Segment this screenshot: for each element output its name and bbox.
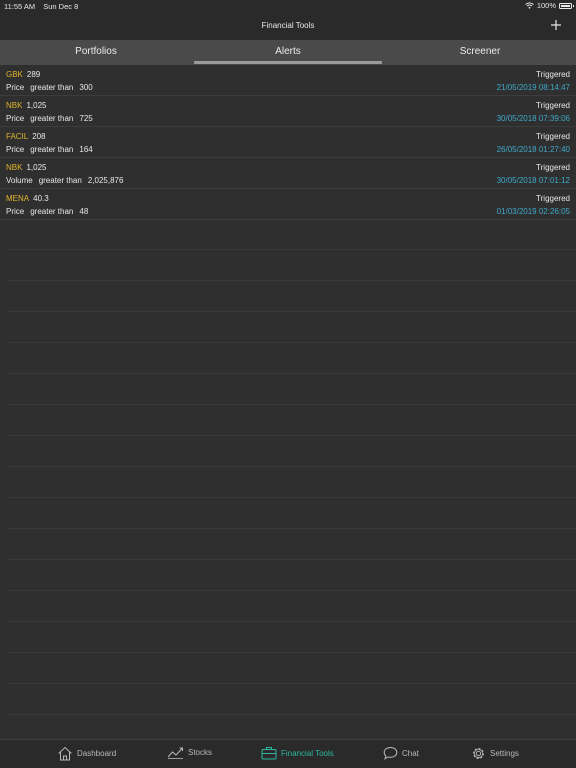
empty-row xyxy=(8,560,576,591)
alert-status: Triggered xyxy=(536,163,570,172)
empty-row xyxy=(8,591,576,622)
alert-ticker: GBK xyxy=(6,70,23,79)
alert-field: Price xyxy=(6,83,25,92)
alert-ticker: NBK xyxy=(6,163,23,172)
alert-price: 1,025 xyxy=(26,101,47,110)
alert-row[interactable]: GBK 289 Price greater than 300 Triggered 21… xyxy=(0,65,576,96)
alert-status: Triggered xyxy=(536,194,570,203)
alert-status: Triggered xyxy=(536,132,570,141)
battery-icon xyxy=(559,2,574,9)
page-title: Financial Tools xyxy=(261,21,315,30)
alert-threshold: 48 xyxy=(79,207,89,216)
bottom-tab-stocks[interactable]: Stocks xyxy=(167,746,212,759)
briefcase-icon xyxy=(261,747,277,760)
wifi-icon xyxy=(524,2,534,9)
alert-threshold: 300 xyxy=(79,83,93,92)
selected-tab-indicator xyxy=(194,61,382,64)
tab-portfolios[interactable]: Portfolios xyxy=(0,40,192,65)
alert-condition: greater than xyxy=(30,145,74,154)
stocks-chart-icon xyxy=(167,747,183,759)
alert-row[interactable]: MENA 40.3 Price greater than 48 Triggered 0… xyxy=(0,189,576,220)
bottom-tab-financial-tools[interactable]: Financial Tools xyxy=(261,746,334,760)
alert-condition: greater than xyxy=(30,207,74,216)
empty-row xyxy=(8,653,576,684)
alert-row[interactable]: NBK 1,025 Price greater than 725 Triggered … xyxy=(0,96,576,127)
alert-condition: greater than xyxy=(30,83,74,92)
tab-screener[interactable]: Screener xyxy=(384,40,576,65)
alert-status: Triggered xyxy=(536,70,570,79)
empty-row xyxy=(8,219,576,250)
empty-row xyxy=(8,281,576,312)
bottom-tab-chat[interactable]: Chat xyxy=(383,746,419,760)
empty-row xyxy=(8,529,576,560)
add-alert-button[interactable] xyxy=(546,15,566,35)
alert-timestamp: 30/05/2018 07:39:06 xyxy=(496,114,570,123)
bottom-tab-settings[interactable]: Settings xyxy=(471,746,519,761)
bottom-tab-label: Stocks xyxy=(188,748,213,757)
gear-icon xyxy=(473,748,484,759)
alert-timestamp: 21/05/2019 08:14:47 xyxy=(496,83,570,92)
bottom-tab-dashboard[interactable]: Dashboard xyxy=(57,746,116,761)
empty-row xyxy=(8,498,576,529)
alert-price: 208 xyxy=(32,132,46,141)
alert-threshold: 164 xyxy=(79,145,93,154)
home-icon xyxy=(58,746,72,761)
alert-ticker: NBK xyxy=(6,101,23,110)
alert-status: Triggered xyxy=(536,101,570,110)
alert-price: 1,025 xyxy=(26,163,47,172)
bottom-tab-label: Dashboard xyxy=(77,749,117,758)
alert-threshold: 725 xyxy=(79,114,93,123)
empty-list-rows xyxy=(8,219,576,739)
alert-field: Price xyxy=(6,114,25,123)
alert-condition: greater than xyxy=(38,176,82,185)
alert-timestamp: 01/03/2019 02:26:05 xyxy=(496,207,570,216)
bottom-tab-bar: Dashboard Stocks Financial Tools Chat Se… xyxy=(0,739,576,768)
empty-row xyxy=(8,622,576,653)
empty-row xyxy=(8,684,576,715)
alert-field: Price xyxy=(6,145,25,154)
alerts-list: GBK 289 Price greater than 300 Triggered 21… xyxy=(0,65,576,220)
alert-price: 40.3 xyxy=(33,194,49,203)
alert-row[interactable]: NBK 1,025 Volume greater than 2,025,876 Tri… xyxy=(0,158,576,189)
navigation-bar: Financial Tools xyxy=(0,12,576,40)
empty-row xyxy=(8,374,576,405)
empty-row xyxy=(8,312,576,343)
status-date: Sun Dec 8 xyxy=(43,2,79,11)
status-bar: 11:55 AM Sun Dec 8 100% xyxy=(0,0,576,12)
battery-percentage: 100% xyxy=(536,1,556,10)
alert-threshold: 2,025,876 xyxy=(87,176,124,185)
alert-field: Volume xyxy=(6,176,33,185)
plus-icon xyxy=(551,20,561,30)
alert-ticker: MENA xyxy=(6,194,30,203)
empty-row xyxy=(8,467,576,498)
alert-timestamp: 26/05/2018 01:27:40 xyxy=(496,145,570,154)
empty-row xyxy=(8,405,576,436)
bottom-tab-label: Financial Tools xyxy=(281,748,334,758)
alert-ticker: FACIL xyxy=(6,132,29,141)
alert-field: Price xyxy=(6,207,25,216)
empty-row xyxy=(8,436,576,467)
bottom-tab-label: Settings xyxy=(490,749,519,758)
empty-row xyxy=(8,343,576,374)
bottom-tab-label: Chat xyxy=(402,748,419,758)
empty-row xyxy=(8,250,576,281)
alert-row[interactable]: FACIL 208 Price greater than 164 Triggered … xyxy=(0,127,576,158)
alert-price: 289 xyxy=(26,70,41,79)
alert-timestamp: 30/05/2018 07:01:12 xyxy=(496,176,570,185)
alert-condition: greater than xyxy=(30,114,74,123)
chat-icon xyxy=(383,746,398,760)
status-time: 11:55 AM xyxy=(4,2,36,11)
